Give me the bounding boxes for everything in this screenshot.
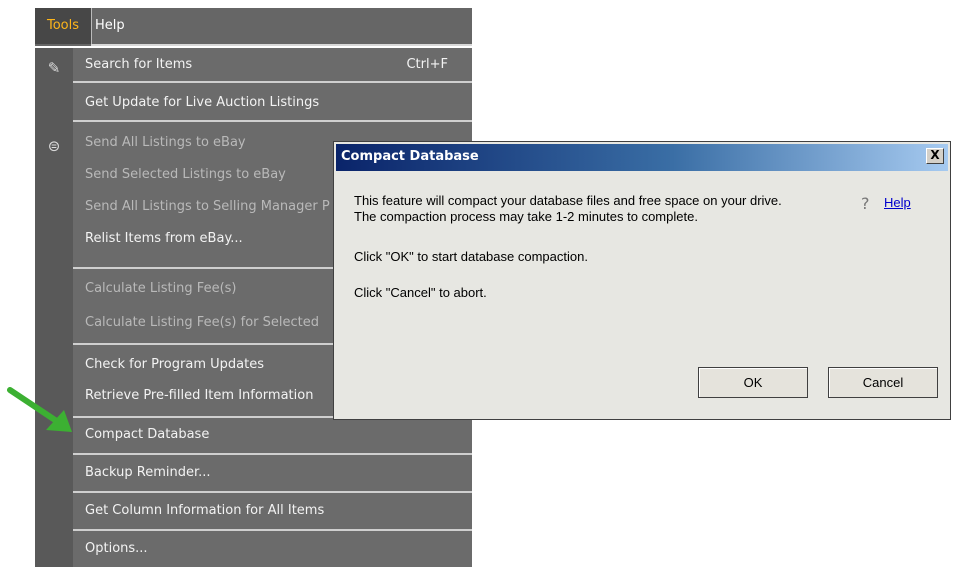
menu-bar: Tools Help [35,8,472,46]
close-button[interactable]: X [926,148,944,164]
menu-separator [73,120,472,122]
send-listings-icon: ⊜ [47,137,61,155]
menu-separator [73,453,472,455]
menu-tools[interactable]: Tools [35,8,92,44]
menu-item-label: Relist Items from eBay... [85,231,243,246]
menu-item-get-column-information[interactable]: Get Column Information for All Items [73,494,472,528]
dialog-title: Compact Database [341,149,479,164]
menu-separator [73,529,472,531]
menu-item-label: Backup Reminder... [85,465,211,480]
menu-item-label: Search for Items [85,57,193,72]
menu-item-label: Send Selected Listings to eBay [85,167,286,182]
menu-icon-gutter [35,48,73,567]
menu-item-label: Send All Listings to eBay [85,135,246,150]
help-icon: ? [861,194,870,213]
compact-database-dialog: Compact Database X This feature will com… [333,141,951,420]
menu-item-get-update-live-auction[interactable]: Get Update for Live Auction Listings [73,86,472,120]
menu-item-label: Calculate Listing Fee(s) [85,281,237,296]
dialog-instruction-cancel: Click "Cancel" to abort. [354,285,487,300]
menu-separator [73,491,472,493]
menu-item-label: Check for Program Updates [85,357,264,372]
menu-item-label: Get Update for Live Auction Listings [85,95,320,110]
cancel-button[interactable]: Cancel [828,367,938,398]
dialog-message-line-1: This feature will compact your database … [354,193,782,208]
dialog-instruction-ok: Click "OK" to start database compaction. [354,249,588,264]
green-arrow-icon [7,387,72,432]
menu-item-label: Options... [85,541,148,556]
menu-item-backup-reminder[interactable]: Backup Reminder... [73,456,472,490]
menu-item-label: Send All Listings to Selling Manager P [85,199,330,214]
dialog-message-line-2: The compaction process may take 1-2 minu… [354,209,698,224]
menu-item-label: Compact Database [85,427,210,442]
menu-item-label: Retrieve Pre-filled Item Information [85,388,314,403]
ok-button[interactable]: OK [698,367,808,398]
menu-bar-divider [91,44,472,46]
menu-item-label: Calculate Listing Fee(s) for Selected [85,315,319,330]
menu-item-compact-database[interactable]: Compact Database [73,418,472,452]
menu-item-shortcut: Ctrl+F [406,57,448,72]
menu-separator [73,81,472,83]
menu-item-options[interactable]: Options... [73,532,472,566]
menu-item-label: Get Column Information for All Items [85,503,325,518]
search-items-icon: ✎ [47,59,61,77]
help-link[interactable]: Help [884,195,911,210]
menu-item-search-for-items[interactable]: Search for Items Ctrl+F [73,48,472,82]
dialog-title-bar[interactable]: Compact Database X [336,144,948,171]
menu-help[interactable]: Help [95,8,125,44]
